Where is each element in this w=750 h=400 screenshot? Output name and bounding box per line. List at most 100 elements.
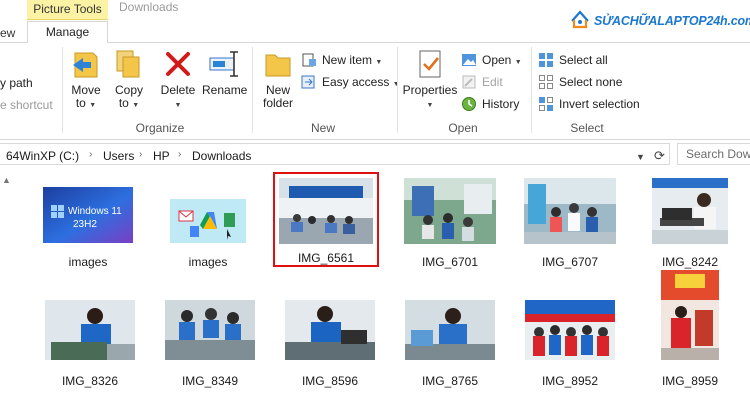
open-button[interactable]: Open ▼: [461, 50, 523, 70]
file-name: IMG_8349: [181, 374, 239, 388]
invert-selection-button[interactable]: Invert selection: [538, 94, 648, 114]
select-all-icon: [539, 53, 553, 67]
windows-wallpaper-thumbnail: Windows 11 23H2: [43, 187, 133, 243]
file-item[interactable]: images: [155, 175, 261, 273]
rename-label: Rename: [202, 83, 248, 97]
copy-to-label: Copy: [114, 83, 143, 97]
scroll-up-arrow-icon[interactable]: ▲: [2, 175, 11, 185]
file-name: IMG_6701: [421, 255, 479, 269]
refresh-icon[interactable]: ⟳: [654, 148, 665, 164]
file-item[interactable]: IMG_6707: [517, 175, 623, 273]
history-button[interactable]: History: [461, 94, 523, 114]
photo-thumbnail: [279, 178, 373, 244]
breadcrumb-users[interactable]: Users: [103, 149, 134, 163]
file-name: IMG_8242: [661, 255, 719, 269]
file-item[interactable]: IMG_8765: [397, 294, 503, 392]
delete-icon: [166, 52, 190, 76]
properties-button[interactable]: Properties ▼: [402, 47, 458, 112]
chevron-down-icon: ▼: [174, 102, 182, 109]
properties-icon: [419, 50, 441, 78]
photo-thumbnail: [285, 300, 375, 360]
google-drive-thumbnail: [170, 199, 246, 243]
open-group-label: Open: [448, 121, 478, 135]
window-title: Downloads: [119, 0, 179, 14]
breadcrumb-hp[interactable]: HP: [153, 149, 170, 163]
photo-thumbnail: [165, 300, 255, 360]
breadcrumb-downloads[interactable]: Downloads: [192, 149, 251, 163]
file-name: IMG_8959: [661, 374, 719, 388]
file-name: IMG_6707: [541, 255, 599, 269]
easy-access-icon: [301, 75, 315, 89]
tab-manage[interactable]: Manage: [27, 21, 108, 43]
chevron-down-icon: ▼: [132, 102, 140, 109]
file-item[interactable]: IMG_8596: [277, 294, 383, 392]
history-label: History: [482, 97, 520, 111]
file-name: IMG_8765: [421, 374, 479, 388]
file-item[interactable]: Windows 11 23H2 images: [35, 175, 141, 273]
file-item[interactable]: IMG_8326: [37, 294, 143, 392]
new-folder-label: New: [265, 83, 290, 97]
file-item[interactable]: IMG_8952: [517, 294, 623, 392]
ribbon-separator: [252, 47, 253, 133]
file-item[interactable]: IMG_6701: [397, 175, 503, 273]
copy-to-button[interactable]: Copy to ▼: [111, 47, 147, 112]
ribbon-tab-strip: ew Picture Tools Manage Downloads SỬACHỮ…: [0, 0, 750, 43]
select-all-label: Select all: [559, 53, 608, 67]
thumbnail: [45, 300, 135, 360]
edit-label: Edit: [482, 75, 503, 89]
file-name: images: [188, 255, 228, 269]
new-group-label: New: [310, 121, 335, 135]
select-group-label: Select: [570, 121, 604, 135]
thumbnail: [165, 300, 255, 360]
chevron-down-icon: ▼: [426, 102, 434, 109]
thumbnail: [170, 199, 246, 243]
file-name: images: [68, 255, 108, 269]
address-history-dropdown-icon[interactable]: ▼: [636, 152, 645, 162]
file-item[interactable]: IMG_8349: [157, 294, 263, 392]
ribbon-separator: [62, 47, 63, 133]
easy-access-label: Easy access: [322, 75, 390, 89]
thumbnail: Windows 11 23H2: [43, 187, 133, 243]
copy-path-button[interactable]: y path: [0, 76, 33, 90]
delete-button[interactable]: Delete ▼: [158, 47, 198, 112]
new-item-button[interactable]: New item ▼: [301, 50, 391, 70]
rename-icon: [209, 51, 238, 77]
chevron-right-icon[interactable]: ›: [178, 149, 181, 160]
tab-view[interactable]: ew: [0, 26, 15, 40]
move-to-button[interactable]: Move to ▼: [68, 47, 104, 112]
search-input[interactable]: [678, 144, 750, 164]
file-item-selected[interactable]: IMG_6561: [273, 172, 379, 267]
delete-label: Delete: [160, 83, 196, 97]
picture-tools-header: Picture Tools: [27, 0, 108, 20]
properties-label: Properties: [402, 83, 458, 97]
file-list: ▲ Windows 11 23H2 images images IMG_6561…: [0, 169, 750, 400]
brand-name: SỬACHỮALAPTOP24h.com: [594, 14, 750, 28]
ribbon-separator: [531, 47, 532, 133]
search-box[interactable]: [677, 143, 750, 165]
chevron-right-icon[interactable]: ›: [89, 149, 92, 160]
select-none-label: Select none: [559, 75, 623, 89]
wallpaper-title: Windows 11: [68, 206, 122, 217]
address-bar[interactable]: 64WinXP (C:) › Users › HP › Downloads ▼ …: [0, 143, 670, 165]
select-none-button[interactable]: Select none: [538, 72, 648, 92]
easy-access-button[interactable]: Easy access ▼: [301, 72, 400, 92]
select-all-button[interactable]: Select all: [538, 50, 648, 70]
brand-logo: SỬACHỮALAPTOP24h.com: [568, 5, 750, 35]
rename-button[interactable]: Rename: [202, 47, 248, 97]
move-to-label-line2: to: [75, 96, 86, 110]
file-item[interactable]: IMG_8959: [637, 270, 743, 392]
ribbon-separator: [397, 47, 398, 133]
history-icon: [462, 97, 476, 111]
file-name: IMG_8952: [541, 374, 599, 388]
photo-thumbnail: [661, 270, 719, 360]
thumbnail: [285, 300, 375, 360]
open-label: Open: [482, 53, 512, 67]
breadcrumb-drive[interactable]: 64WinXP (C:): [6, 149, 79, 163]
new-folder-button[interactable]: New folder: [258, 47, 298, 110]
edit-button[interactable]: Edit: [461, 72, 523, 92]
paste-shortcut-button[interactable]: e shortcut: [0, 98, 53, 112]
chevron-right-icon[interactable]: ›: [139, 149, 142, 160]
file-item[interactable]: IMG_8242: [637, 175, 743, 273]
thumbnail: [661, 270, 719, 360]
thumbnail: [279, 178, 373, 244]
